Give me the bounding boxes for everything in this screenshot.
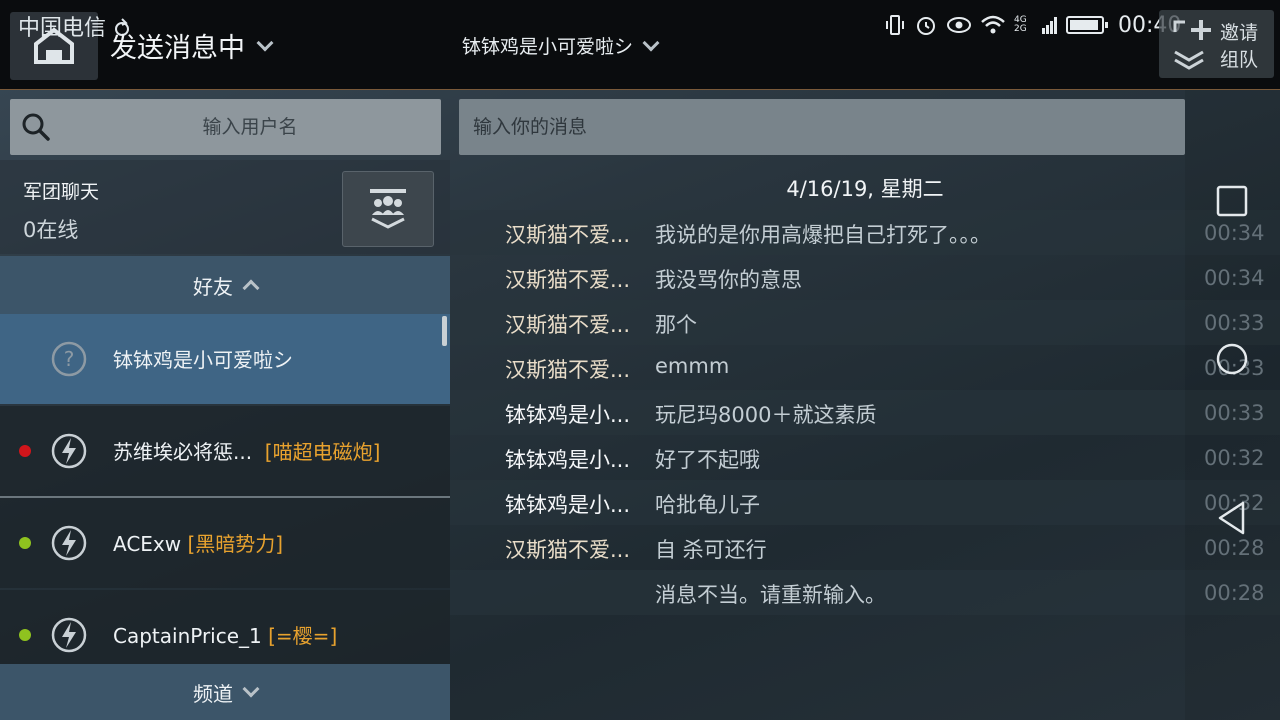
recent-apps-icon[interactable] <box>1215 184 1249 218</box>
friend-item[interactable]: 苏维埃必将惩... [喵超电磁炮] <box>0 406 450 496</box>
chat-log: 4/16/19, 星期二 汉斯猫不爱... 我说的是你用高爆把自己打死了。。。 … <box>450 165 1280 615</box>
message-sender[interactable]: 钵钵鸡是小... <box>505 399 630 429</box>
friend-name: ACExw [黑暗势力] <box>113 532 284 556</box>
friend-name: CaptainPrice_1 [=樱=] <box>113 624 338 648</box>
friends-scrollbar[interactable] <box>442 316 447 346</box>
message-text: 那个 <box>655 313 697 337</box>
message-sender[interactable]: 汉斯猫不爱... <box>505 309 630 339</box>
friends-label: 好友 <box>193 274 233 299</box>
friend-clan-tag: [黑暗势力] <box>187 532 284 556</box>
message-sender[interactable]: 汉斯猫不爱... <box>505 264 630 294</box>
top-bar: 中国电信 发送消息中 钵钵鸡是小可爱啦シ 4G 2G 00:40 邀请 组队 <box>0 0 1280 90</box>
friend-name: 钵钵鸡是小可爱啦シ <box>113 348 293 372</box>
legion-chat-panel[interactable]: 军团聊天 0在线 <box>0 160 450 254</box>
offline-status-dot <box>19 445 31 457</box>
message-sender[interactable]: 汉斯猫不爱... <box>505 219 630 249</box>
invite-squad-icon <box>1173 20 1211 70</box>
message-text: 我没骂你的意思 <box>655 268 802 292</box>
message-row: 钵钵鸡是小... 哈批龟儿子 00:32 <box>450 480 1280 525</box>
lightning-icon <box>51 617 87 653</box>
eye-icon <box>946 15 972 35</box>
network-type-label: 4G 2G <box>1014 15 1027 34</box>
legion-chat-label: 军团聊天 <box>23 181 100 203</box>
message-row: 汉斯猫不爱... 我说的是你用高爆把自己打死了。。。 00:34 <box>450 210 1280 255</box>
message-row: 钵钵鸡是小... 好了不起哦 00:32 <box>450 435 1280 480</box>
message-text: 我说的是你用高爆把自己打死了。。。 <box>655 223 991 247</box>
back-icon[interactable] <box>1215 500 1249 536</box>
alarm-icon <box>914 13 938 37</box>
chevron-down-icon <box>242 680 260 698</box>
message-text: 哈批龟儿子 <box>655 493 760 517</box>
message-sender[interactable]: 钵钵鸡是小... <box>505 444 630 474</box>
online-status-dot <box>19 537 31 549</box>
system-status-icons: 4G 2G 00:40 <box>884 12 1181 38</box>
system-message-text: 消息不当。请重新输入。 <box>655 583 886 607</box>
friends-section-toggle[interactable]: 好友 <box>0 256 450 314</box>
invite-label: 邀请 <box>1220 22 1259 44</box>
chat-target-dropdown[interactable]: 钵钵鸡是小可爱啦シ <box>462 32 660 59</box>
chat-date: 4/16/19, 星期二 <box>786 177 944 201</box>
friend-item[interactable]: ? 钵钵鸡是小可爱啦シ <box>0 314 450 404</box>
android-nav-bar <box>1185 90 1280 720</box>
system-message-row: 消息不当。请重新输入。 00:28 <box>450 570 1280 615</box>
group-icon <box>370 189 406 229</box>
username-search-input[interactable] <box>70 99 430 155</box>
message-input-box[interactable] <box>459 99 1185 155</box>
home-nav-icon[interactable] <box>1215 342 1249 376</box>
vibrate-icon <box>884 13 906 37</box>
friends-list: ? 钵钵鸡是小可爱啦シ 苏维埃必将惩... [喵超电磁炮] ACExw [黑暗势… <box>0 314 450 664</box>
send-status-dropdown[interactable]: 发送消息中 <box>110 26 274 65</box>
online-status-dot <box>19 629 31 641</box>
lightning-icon <box>51 433 87 469</box>
message-text: 玩尼玛8000＋就这素质 <box>655 403 877 427</box>
signal-icon: 4G 2G <box>1014 16 1034 34</box>
username-search-box[interactable] <box>10 99 441 155</box>
message-text: 自 杀可还行 <box>655 538 767 562</box>
friend-item[interactable]: CaptainPrice_1 [=樱=] <box>0 590 450 664</box>
squad-label: 组队 <box>1220 49 1259 71</box>
channels-section-toggle[interactable]: 频道 <box>0 664 450 720</box>
chevron-down-icon <box>256 34 274 51</box>
channels-label: 频道 <box>193 681 233 706</box>
search-icon <box>22 113 50 141</box>
message-text: 好了不起哦 <box>655 448 760 472</box>
lightning-icon <box>51 525 87 561</box>
chat-target-label: 钵钵鸡是小可爱啦シ <box>462 36 634 58</box>
message-sender[interactable]: 汉斯猫不爱... <box>505 354 630 384</box>
message-row: 汉斯猫不爱... 我没骂你的意思 00:34 <box>450 255 1280 300</box>
message-sender[interactable]: 汉斯猫不爱... <box>505 534 630 564</box>
friend-clan-tag: [喵超电磁炮] <box>264 440 381 464</box>
legion-chat-button[interactable] <box>342 171 434 247</box>
friend-item[interactable]: ACExw [黑暗势力] <box>0 498 450 588</box>
wifi-icon <box>980 14 1006 36</box>
friend-name: 苏维埃必将惩... [喵超电磁炮] <box>113 440 381 464</box>
message-sender[interactable]: 钵钵鸡是小... <box>505 489 630 519</box>
question-icon: ? <box>51 341 87 377</box>
svg-text:?: ? <box>64 347 75 371</box>
battery-icon <box>1066 16 1108 34</box>
chevron-down-icon <box>642 34 660 51</box>
friend-clan-tag: [=樱=] <box>268 624 338 648</box>
chevron-up-icon <box>242 279 260 297</box>
legion-online-count: 0在线 <box>23 218 79 242</box>
message-row: 钵钵鸡是小... 玩尼玛8000＋就这素质 00:33 <box>450 390 1280 435</box>
invite-to-squad-button[interactable]: 邀请 组队 <box>1159 10 1274 78</box>
send-status-label: 发送消息中 <box>110 33 245 64</box>
signal-bars-icon <box>1042 16 1058 34</box>
message-input[interactable] <box>473 99 1173 155</box>
message-text: emmm <box>655 354 730 378</box>
message-row: 汉斯猫不爱... emmm 00:33 <box>450 345 1280 390</box>
message-row: 汉斯猫不爱... 自 杀可还行 00:28 <box>450 525 1280 570</box>
message-row: 汉斯猫不爱... 那个 00:33 <box>450 300 1280 345</box>
